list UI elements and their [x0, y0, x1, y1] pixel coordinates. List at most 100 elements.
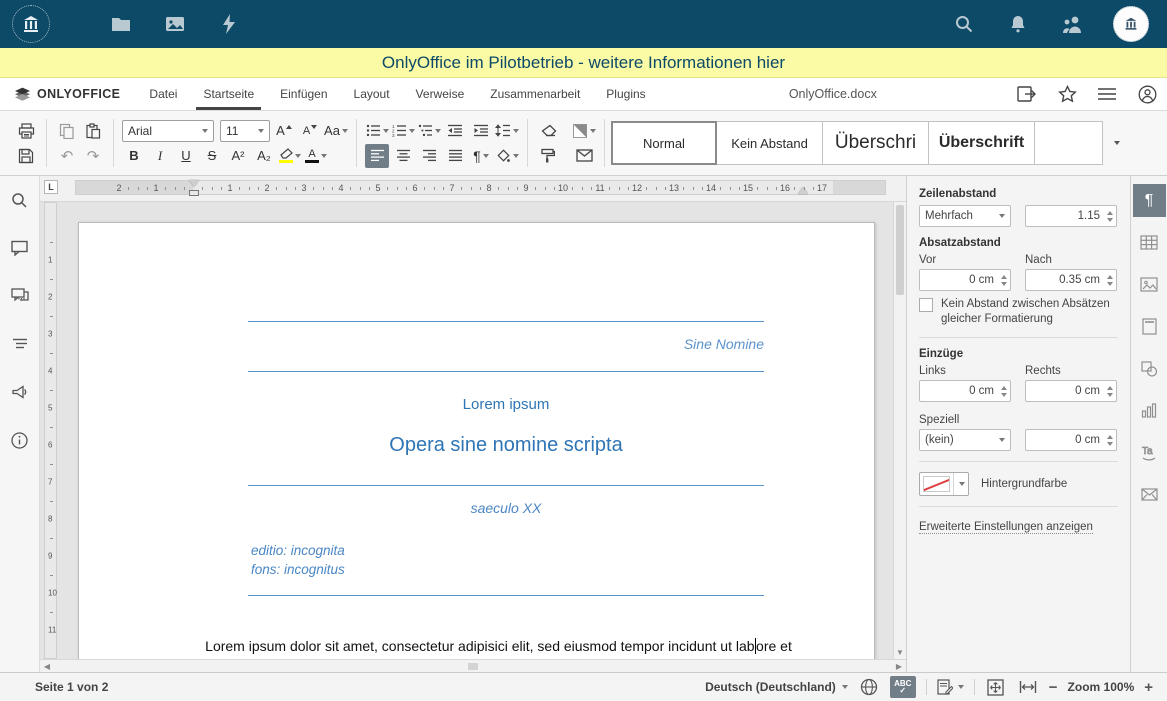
documents-button[interactable]	[94, 13, 148, 35]
spacing-before-spinner[interactable]: 0 cm	[919, 269, 1011, 291]
indent-right-spinner[interactable]: 0 cm	[1025, 380, 1117, 402]
subscript-button[interactable]: A₂	[252, 144, 276, 168]
copy-style-button[interactable]	[536, 144, 560, 168]
zoom-level[interactable]: Zoom 100%	[1068, 680, 1135, 694]
strikethrough-button[interactable]: S	[200, 144, 224, 168]
increase-indent-button[interactable]	[469, 119, 493, 143]
spinner-arrows[interactable]	[1103, 275, 1116, 286]
align-center-button[interactable]	[391, 144, 415, 168]
undo-button[interactable]: ↶	[55, 144, 79, 168]
line-spacing-amount-spinner[interactable]: 1.15	[1025, 205, 1117, 227]
italic-button[interactable]: I	[148, 144, 172, 168]
main-menu-button[interactable]	[1087, 78, 1127, 110]
save-button[interactable]	[14, 144, 38, 168]
mail-merge-settings-tab[interactable]	[1133, 478, 1166, 511]
advanced-settings-link[interactable]: Erweiterte Einstellungen anzeigen	[919, 521, 1093, 534]
pilot-banner[interactable]: OnlyOffice im Pilotbetrieb - weitere Inf…	[0, 48, 1167, 78]
change-case-button[interactable]: Aa	[324, 119, 348, 143]
special-indent-select[interactable]: (kein)	[919, 429, 1011, 451]
align-left-button[interactable]	[365, 144, 389, 168]
chart-settings-tab[interactable]	[1133, 394, 1166, 427]
style-empty[interactable]	[1035, 121, 1103, 165]
search-button[interactable]	[937, 14, 991, 34]
align-right-button[interactable]	[417, 144, 441, 168]
track-changes-button[interactable]	[937, 676, 964, 698]
spinner-arrows[interactable]	[1103, 386, 1116, 397]
shading-color-button[interactable]	[572, 119, 596, 143]
header-footer-settings-tab[interactable]	[1133, 310, 1166, 343]
horizontal-ruler[interactable]: 211234567891011121314151617	[75, 180, 886, 195]
clear-style-button[interactable]	[536, 119, 560, 143]
paragraph-shading-button[interactable]	[495, 144, 519, 168]
copy-button[interactable]	[55, 119, 79, 143]
paragraph-settings-tab[interactable]: ¶	[1133, 184, 1166, 217]
background-color-button[interactable]	[919, 472, 969, 496]
user-avatar[interactable]	[1113, 6, 1149, 42]
doc-subtitle-center[interactable]: saeculo XX	[248, 500, 764, 516]
doc-heading-small[interactable]: Lorem ipsum	[248, 396, 764, 413]
tab-plugins[interactable]: Plugins	[593, 78, 658, 110]
special-indent-spinner[interactable]: 0 cm	[1025, 429, 1117, 451]
bullet-list-button[interactable]	[365, 119, 389, 143]
highlight-color-button[interactable]	[278, 144, 302, 168]
mail-merge-button[interactable]	[572, 144, 596, 168]
university-logo[interactable]	[12, 5, 50, 43]
doc-body-paragraph[interactable]: Lorem ipsum dolor sit amet, consectetur …	[193, 638, 804, 654]
increase-font-button[interactable]: A	[272, 119, 296, 143]
horizontal-scrollbar-thumb[interactable]	[469, 663, 478, 670]
feedback-button[interactable]	[6, 378, 34, 406]
multilevel-list-button[interactable]	[417, 119, 441, 143]
tab-stop-selector[interactable]: L	[44, 180, 58, 194]
print-button[interactable]	[14, 119, 38, 143]
font-size-select[interactable]: 11	[220, 120, 270, 142]
tab-startseite[interactable]: Startseite	[190, 78, 267, 110]
page-indicator[interactable]: Seite 1 von 2	[35, 680, 108, 694]
shape-settings-tab[interactable]	[1133, 352, 1166, 385]
vertical-scrollbar[interactable]: ▼	[893, 202, 906, 659]
line-spacing-button[interactable]	[495, 119, 519, 143]
font-name-select[interactable]: Arial	[122, 120, 214, 142]
favorite-button[interactable]	[1047, 78, 1087, 110]
decrease-font-button[interactable]: A	[298, 119, 322, 143]
table-settings-tab[interactable]	[1133, 226, 1166, 259]
spinner-arrows[interactable]	[1103, 211, 1116, 222]
account-button[interactable]	[1127, 78, 1167, 110]
scroll-left-arrow[interactable]: ◀	[40, 660, 54, 672]
nonprinting-characters-button[interactable]: ¶	[469, 144, 493, 168]
open-file-location-button[interactable]	[1007, 78, 1047, 110]
doc-title[interactable]: Opera sine nomine scripta	[248, 434, 764, 457]
set-language-button[interactable]	[858, 676, 880, 698]
style-gallery-expand-button[interactable]	[1103, 121, 1129, 165]
left-indent-marker[interactable]	[189, 190, 199, 196]
people-button[interactable]	[1045, 14, 1099, 34]
line-spacing-select[interactable]: Mehrfach	[919, 205, 1011, 227]
notifications-button[interactable]	[991, 14, 1045, 34]
spinner-arrows[interactable]	[997, 386, 1010, 397]
background-color-dropdown[interactable]	[953, 473, 968, 495]
first-line-indent-marker[interactable]	[189, 180, 199, 187]
tab-layout[interactable]: Layout	[341, 78, 403, 110]
no-spacing-between-paragraphs-checkbox[interactable]	[919, 298, 933, 312]
style-ueberschrift-1[interactable]: Überschri	[823, 121, 929, 165]
about-button[interactable]	[6, 426, 34, 454]
tab-verweise[interactable]: Verweise	[403, 78, 478, 110]
indent-left-spinner[interactable]: 0 cm	[919, 380, 1011, 402]
chat-panel-button[interactable]	[6, 282, 34, 310]
font-color-button[interactable]: A	[304, 144, 328, 168]
superscript-button[interactable]: A²	[226, 144, 250, 168]
image-settings-tab[interactable]	[1133, 268, 1166, 301]
style-kein-abstand[interactable]: Kein Abstand	[717, 121, 823, 165]
navigation-panel-button[interactable]	[6, 330, 34, 358]
zoom-in-button[interactable]: +	[1144, 679, 1153, 696]
language-select[interactable]: Deutsch (Deutschland)	[705, 680, 848, 694]
tab-einfuegen[interactable]: Einfügen	[267, 78, 340, 110]
actions-button[interactable]	[202, 13, 256, 35]
horizontal-scrollbar[interactable]: ◀ ▶	[40, 659, 906, 672]
redo-button[interactable]: ↷	[81, 144, 105, 168]
bold-button[interactable]: B	[122, 144, 146, 168]
spinner-arrows[interactable]	[997, 275, 1010, 286]
justify-button[interactable]	[443, 144, 467, 168]
comments-panel-button[interactable]	[6, 234, 34, 262]
spinner-arrows[interactable]	[1103, 435, 1116, 446]
text-art-settings-tab[interactable]: Ta	[1133, 436, 1166, 469]
